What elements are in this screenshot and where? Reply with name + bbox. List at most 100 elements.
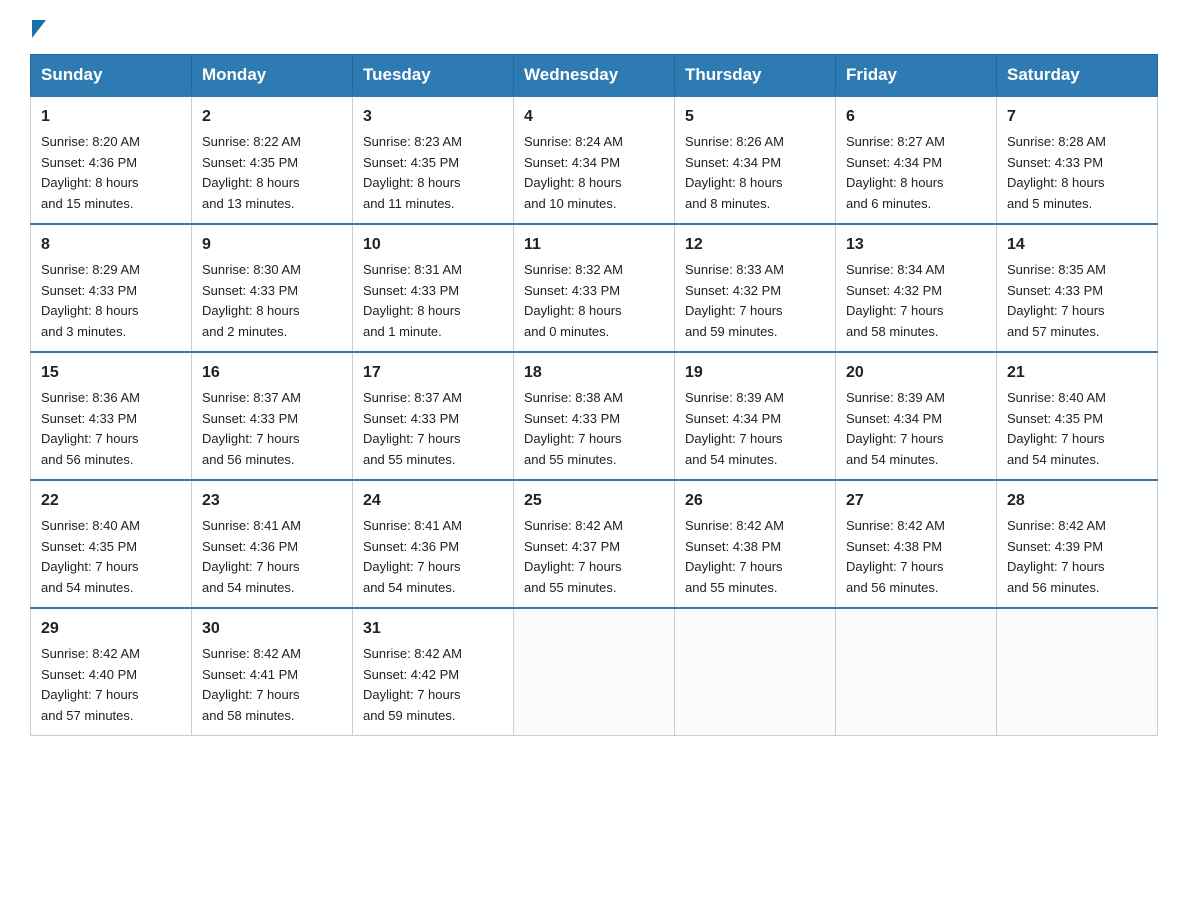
calendar-week-row: 8Sunrise: 8:29 AM Sunset: 4:33 PM Daylig… [31,224,1158,352]
day-info: Sunrise: 8:42 AM Sunset: 4:38 PM Dayligh… [685,516,825,599]
day-info: Sunrise: 8:35 AM Sunset: 4:33 PM Dayligh… [1007,260,1147,343]
calendar-day-cell: 27Sunrise: 8:42 AM Sunset: 4:38 PM Dayli… [836,480,997,608]
day-number: 29 [41,617,181,642]
calendar-day-cell [836,608,997,735]
calendar-day-cell: 2Sunrise: 8:22 AM Sunset: 4:35 PM Daylig… [192,96,353,224]
calendar-day-cell: 11Sunrise: 8:32 AM Sunset: 4:33 PM Dayli… [514,224,675,352]
day-info: Sunrise: 8:40 AM Sunset: 4:35 PM Dayligh… [41,516,181,599]
day-number: 31 [363,617,503,642]
day-info: Sunrise: 8:24 AM Sunset: 4:34 PM Dayligh… [524,132,664,215]
day-number: 24 [363,489,503,514]
calendar-day-cell: 13Sunrise: 8:34 AM Sunset: 4:32 PM Dayli… [836,224,997,352]
calendar-table: SundayMondayTuesdayWednesdayThursdayFrid… [30,54,1158,736]
calendar-day-cell: 28Sunrise: 8:42 AM Sunset: 4:39 PM Dayli… [997,480,1158,608]
day-info: Sunrise: 8:42 AM Sunset: 4:39 PM Dayligh… [1007,516,1147,599]
day-number: 7 [1007,105,1147,130]
calendar-day-cell: 14Sunrise: 8:35 AM Sunset: 4:33 PM Dayli… [997,224,1158,352]
day-number: 28 [1007,489,1147,514]
day-info: Sunrise: 8:42 AM Sunset: 4:41 PM Dayligh… [202,644,342,727]
day-number: 27 [846,489,986,514]
day-number: 17 [363,361,503,386]
day-info: Sunrise: 8:39 AM Sunset: 4:34 PM Dayligh… [685,388,825,471]
day-number: 15 [41,361,181,386]
day-number: 12 [685,233,825,258]
weekday-header-thursday: Thursday [675,55,836,97]
calendar-day-cell: 20Sunrise: 8:39 AM Sunset: 4:34 PM Dayli… [836,352,997,480]
day-number: 18 [524,361,664,386]
day-number: 25 [524,489,664,514]
day-number: 23 [202,489,342,514]
day-info: Sunrise: 8:38 AM Sunset: 4:33 PM Dayligh… [524,388,664,471]
day-info: Sunrise: 8:41 AM Sunset: 4:36 PM Dayligh… [202,516,342,599]
day-info: Sunrise: 8:37 AM Sunset: 4:33 PM Dayligh… [363,388,503,471]
day-number: 20 [846,361,986,386]
weekday-header-wednesday: Wednesday [514,55,675,97]
day-info: Sunrise: 8:26 AM Sunset: 4:34 PM Dayligh… [685,132,825,215]
day-info: Sunrise: 8:42 AM Sunset: 4:40 PM Dayligh… [41,644,181,727]
calendar-day-cell: 8Sunrise: 8:29 AM Sunset: 4:33 PM Daylig… [31,224,192,352]
day-number: 9 [202,233,342,258]
day-number: 4 [524,105,664,130]
weekday-header-friday: Friday [836,55,997,97]
day-info: Sunrise: 8:37 AM Sunset: 4:33 PM Dayligh… [202,388,342,471]
calendar-week-row: 29Sunrise: 8:42 AM Sunset: 4:40 PM Dayli… [31,608,1158,735]
calendar-day-cell [997,608,1158,735]
calendar-day-cell: 10Sunrise: 8:31 AM Sunset: 4:33 PM Dayli… [353,224,514,352]
day-number: 30 [202,617,342,642]
calendar-day-cell: 25Sunrise: 8:42 AM Sunset: 4:37 PM Dayli… [514,480,675,608]
day-number: 2 [202,105,342,130]
day-info: Sunrise: 8:34 AM Sunset: 4:32 PM Dayligh… [846,260,986,343]
day-info: Sunrise: 8:31 AM Sunset: 4:33 PM Dayligh… [363,260,503,343]
day-number: 21 [1007,361,1147,386]
day-info: Sunrise: 8:23 AM Sunset: 4:35 PM Dayligh… [363,132,503,215]
calendar-day-cell: 26Sunrise: 8:42 AM Sunset: 4:38 PM Dayli… [675,480,836,608]
day-number: 19 [685,361,825,386]
calendar-day-cell: 15Sunrise: 8:36 AM Sunset: 4:33 PM Dayli… [31,352,192,480]
calendar-day-cell: 7Sunrise: 8:28 AM Sunset: 4:33 PM Daylig… [997,96,1158,224]
day-info: Sunrise: 8:33 AM Sunset: 4:32 PM Dayligh… [685,260,825,343]
day-number: 14 [1007,233,1147,258]
day-number: 22 [41,489,181,514]
day-info: Sunrise: 8:29 AM Sunset: 4:33 PM Dayligh… [41,260,181,343]
logo [30,20,46,36]
day-number: 8 [41,233,181,258]
weekday-header-saturday: Saturday [997,55,1158,97]
calendar-day-cell: 31Sunrise: 8:42 AM Sunset: 4:42 PM Dayli… [353,608,514,735]
calendar-week-row: 22Sunrise: 8:40 AM Sunset: 4:35 PM Dayli… [31,480,1158,608]
calendar-week-row: 15Sunrise: 8:36 AM Sunset: 4:33 PM Dayli… [31,352,1158,480]
calendar-day-cell: 16Sunrise: 8:37 AM Sunset: 4:33 PM Dayli… [192,352,353,480]
calendar-day-cell: 6Sunrise: 8:27 AM Sunset: 4:34 PM Daylig… [836,96,997,224]
calendar-day-cell: 1Sunrise: 8:20 AM Sunset: 4:36 PM Daylig… [31,96,192,224]
day-info: Sunrise: 8:27 AM Sunset: 4:34 PM Dayligh… [846,132,986,215]
logo-arrow-icon [32,20,46,38]
page-header [30,20,1158,36]
day-number: 16 [202,361,342,386]
day-number: 5 [685,105,825,130]
day-number: 3 [363,105,503,130]
calendar-week-row: 1Sunrise: 8:20 AM Sunset: 4:36 PM Daylig… [31,96,1158,224]
day-number: 10 [363,233,503,258]
calendar-day-cell: 9Sunrise: 8:30 AM Sunset: 4:33 PM Daylig… [192,224,353,352]
calendar-day-cell: 19Sunrise: 8:39 AM Sunset: 4:34 PM Dayli… [675,352,836,480]
day-number: 26 [685,489,825,514]
calendar-day-cell: 5Sunrise: 8:26 AM Sunset: 4:34 PM Daylig… [675,96,836,224]
calendar-day-cell: 17Sunrise: 8:37 AM Sunset: 4:33 PM Dayli… [353,352,514,480]
weekday-header-tuesday: Tuesday [353,55,514,97]
day-info: Sunrise: 8:41 AM Sunset: 4:36 PM Dayligh… [363,516,503,599]
day-number: 11 [524,233,664,258]
day-number: 1 [41,105,181,130]
calendar-day-cell [514,608,675,735]
day-info: Sunrise: 8:42 AM Sunset: 4:42 PM Dayligh… [363,644,503,727]
day-info: Sunrise: 8:36 AM Sunset: 4:33 PM Dayligh… [41,388,181,471]
calendar-day-cell: 22Sunrise: 8:40 AM Sunset: 4:35 PM Dayli… [31,480,192,608]
calendar-day-cell: 24Sunrise: 8:41 AM Sunset: 4:36 PM Dayli… [353,480,514,608]
day-info: Sunrise: 8:32 AM Sunset: 4:33 PM Dayligh… [524,260,664,343]
calendar-day-cell: 23Sunrise: 8:41 AM Sunset: 4:36 PM Dayli… [192,480,353,608]
day-info: Sunrise: 8:22 AM Sunset: 4:35 PM Dayligh… [202,132,342,215]
calendar-day-cell: 30Sunrise: 8:42 AM Sunset: 4:41 PM Dayli… [192,608,353,735]
weekday-header-sunday: Sunday [31,55,192,97]
day-info: Sunrise: 8:42 AM Sunset: 4:37 PM Dayligh… [524,516,664,599]
day-number: 13 [846,233,986,258]
day-info: Sunrise: 8:30 AM Sunset: 4:33 PM Dayligh… [202,260,342,343]
weekday-header-row: SundayMondayTuesdayWednesdayThursdayFrid… [31,55,1158,97]
